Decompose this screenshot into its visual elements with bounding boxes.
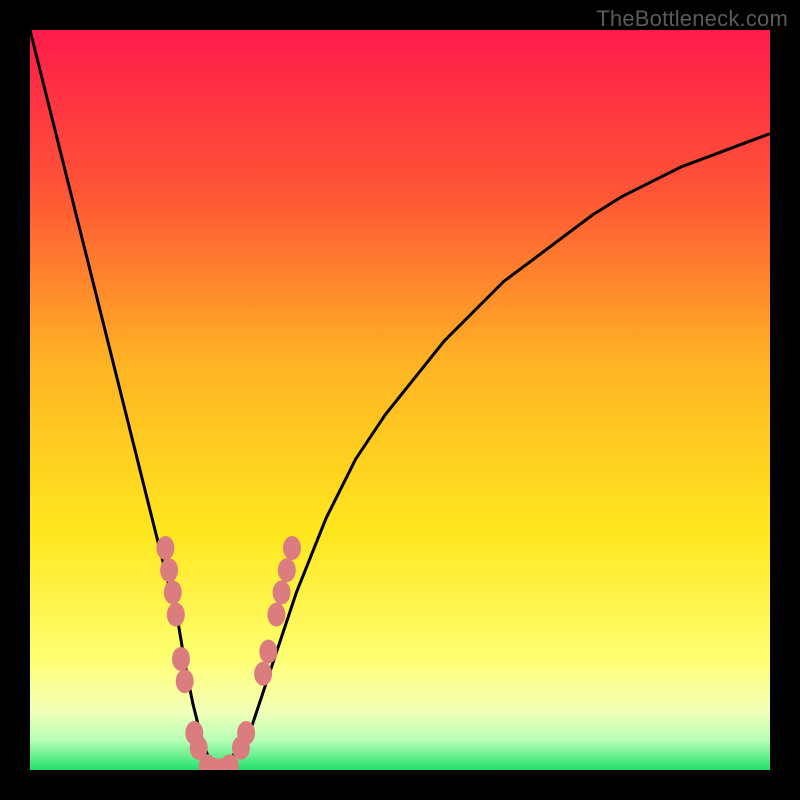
bottleneck-curve xyxy=(30,30,770,770)
curve-marker xyxy=(237,721,255,745)
curve-marker xyxy=(254,662,272,686)
curve-marker xyxy=(278,558,296,582)
curve-marker xyxy=(283,536,301,560)
curve-marker xyxy=(176,669,194,693)
curve-marker xyxy=(172,647,190,671)
curve-marker xyxy=(156,536,174,560)
curve-marker xyxy=(164,580,182,604)
curve-marker xyxy=(273,580,291,604)
watermark-text: TheBottleneck.com xyxy=(596,6,788,32)
curve-marker xyxy=(259,640,277,664)
plot-area xyxy=(30,30,770,770)
chart-frame: TheBottleneck.com xyxy=(0,0,800,800)
curve-marker xyxy=(167,603,185,627)
curve-marker xyxy=(267,603,285,627)
curve-marker xyxy=(160,558,178,582)
